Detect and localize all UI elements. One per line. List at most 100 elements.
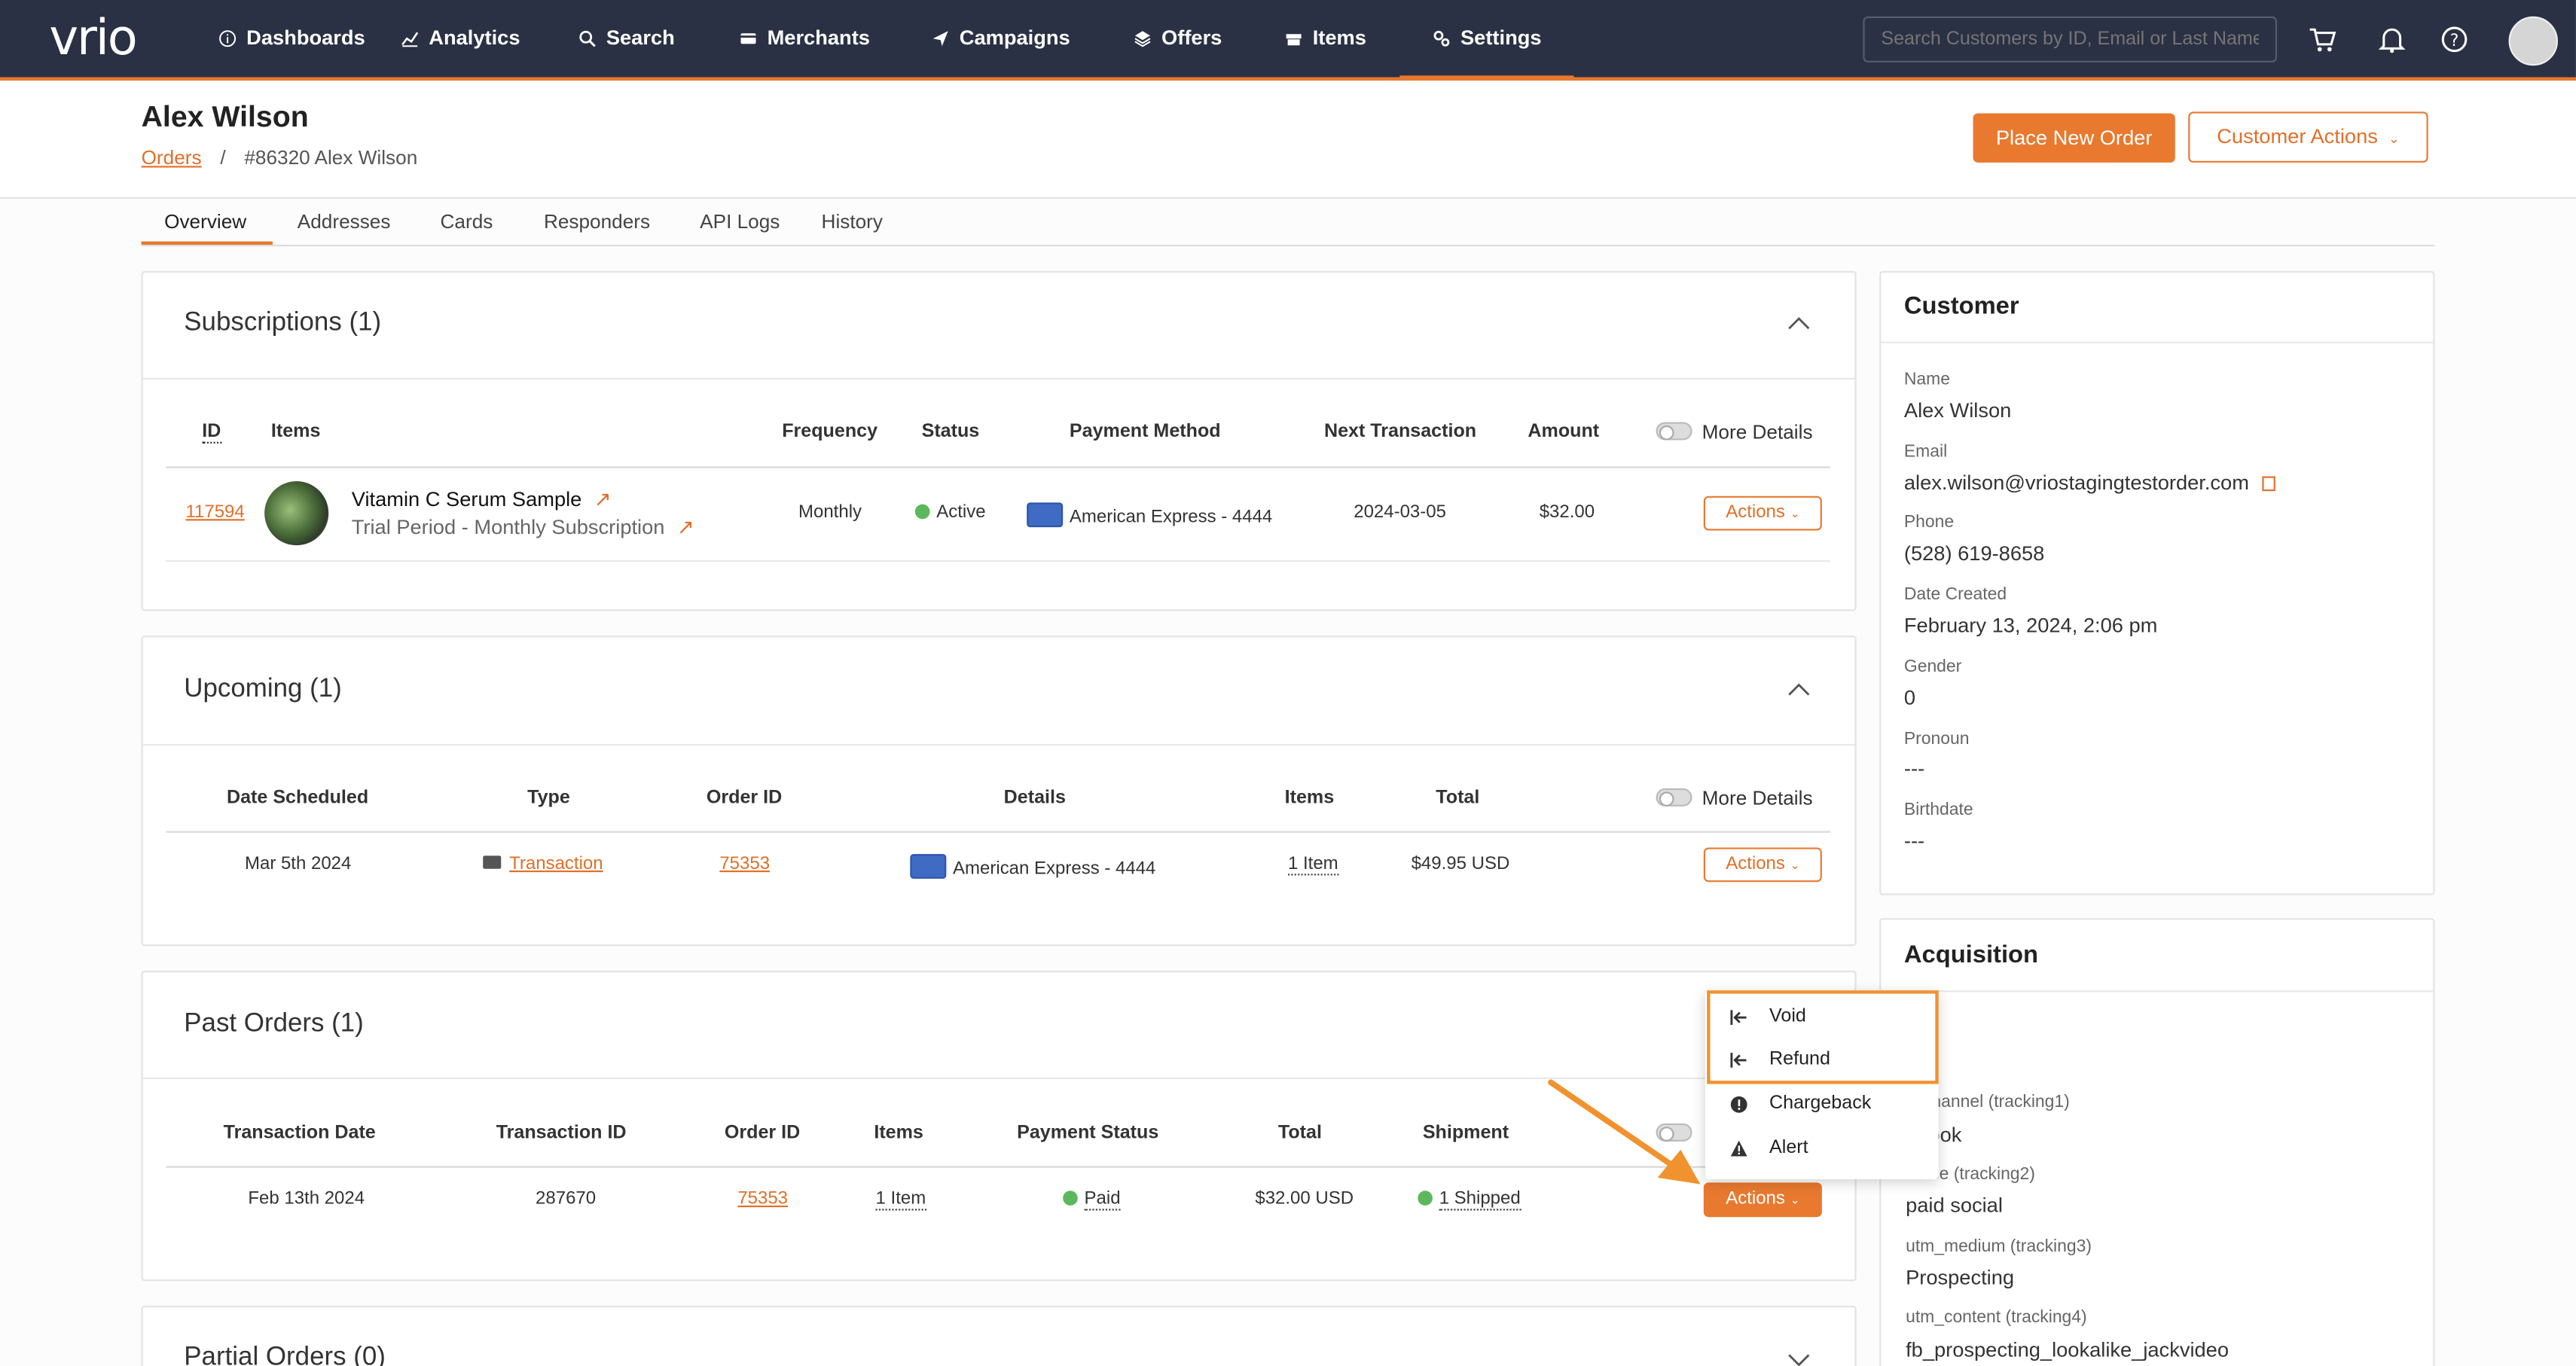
external-link-icon: ↗	[594, 487, 612, 511]
bell-icon[interactable]	[2377, 25, 2407, 54]
past-orders-title: Past Orders (1)	[184, 1010, 364, 1038]
upcoming-actions-button[interactable]: Actions ⌄	[1703, 847, 1822, 883]
chevron-up-icon[interactable]	[1787, 316, 1811, 332]
menu-item-alert[interactable]: Alert	[1705, 1128, 1939, 1171]
nav-dashboards[interactable]: Dashboards	[218, 26, 365, 49]
pronoun-value: ---	[1903, 757, 1925, 781]
payment-status-badge[interactable]: Paid	[1063, 1189, 1121, 1211]
breadcrumb-current: #86320 Alex Wilson	[244, 146, 418, 169]
nav-merchants[interactable]: Merchants	[739, 26, 870, 49]
annotation-arrow-icon	[1548, 1079, 1701, 1185]
more-details-toggle[interactable]	[1656, 422, 1692, 441]
nav-campaigns[interactable]: Campaigns	[932, 26, 1070, 49]
highlight-box	[1707, 990, 1939, 1084]
subscription-id-link[interactable]: 117594	[185, 502, 244, 522]
tab-cards[interactable]: Cards	[441, 210, 493, 233]
col-header-transaction-id: Transaction ID	[496, 1123, 627, 1144]
col-header-status: Status	[921, 422, 980, 442]
divider	[166, 831, 1830, 833]
copy-icon[interactable]	[2262, 476, 2275, 492]
col-header-frequency: Frequency	[782, 422, 878, 442]
tracking2-value: paid social	[1906, 1194, 2003, 1218]
nav-settings[interactable]: Settings	[1433, 26, 1542, 50]
product-thumbnail	[264, 481, 329, 546]
nav-offers[interactable]: Offers	[1134, 26, 1222, 50]
menu-item-label: Alert	[1769, 1138, 1808, 1158]
transaction-type-link[interactable]: Transaction	[509, 854, 603, 874]
chevron-up-icon[interactable]	[1787, 681, 1811, 698]
place-new-order-button[interactable]: Place New Order	[1973, 113, 2175, 163]
actions-label: Actions	[1726, 854, 1785, 874]
tab-history[interactable]: History	[822, 210, 883, 233]
tab-addresses[interactable]: Addresses	[298, 210, 391, 233]
customer-search-input[interactable]	[1863, 16, 2278, 63]
layers-icon	[1134, 30, 1151, 47]
date-created-value: February 13, 2024, 2:06 pm	[1903, 614, 2158, 638]
payment-status-label: Paid	[1084, 1189, 1121, 1211]
col-header-items: Items	[1284, 788, 1335, 809]
customer-phone-label: Phone	[1903, 512, 1955, 532]
cart-icon[interactable]	[2308, 25, 2337, 54]
avatar[interactable]	[2508, 16, 2558, 66]
chevron-down-icon: ⌄	[1790, 509, 1800, 521]
card-icon	[483, 855, 502, 869]
customer-phone-value: (528) 619-8658	[1903, 541, 2045, 566]
nav-label: Settings	[1460, 26, 1542, 50]
divider	[142, 377, 1855, 380]
nav-label: Search	[606, 26, 675, 50]
divider	[1881, 990, 2434, 992]
items-count[interactable]: 1 Item	[875, 1189, 926, 1211]
col-header-order-id: Order ID	[724, 1123, 801, 1144]
more-details-toggle[interactable]	[1656, 788, 1692, 806]
breadcrumb-link-orders[interactable]: Orders	[142, 146, 202, 169]
chevron-down-icon[interactable]	[1787, 1352, 1811, 1366]
tab-api-logs[interactable]: API Logs	[700, 210, 780, 233]
subscription-actions-button[interactable]: Actions ⌄	[1703, 495, 1822, 531]
actions-label: Actions	[1726, 1189, 1785, 1209]
total-value: $32.00 USD	[1255, 1189, 1354, 1209]
menu-item-chargeback[interactable]: Chargeback	[1705, 1084, 1939, 1127]
divider	[142, 744, 1855, 746]
subscriptions-title: Subscriptions (1)	[184, 309, 382, 337]
customer-actions-button[interactable]: Customer Actions ⌄	[2188, 111, 2428, 163]
info-icon	[219, 29, 237, 47]
nav-label: Offers	[1161, 26, 1222, 50]
col-header-payment-status: Payment Status	[1017, 1123, 1159, 1144]
order-id-link[interactable]: 75353	[719, 854, 770, 874]
active-tab-underline	[141, 241, 273, 245]
shipment-badge[interactable]: 1 Shipped	[1418, 1189, 1521, 1211]
vrio-logo[interactable]: vrio	[49, 10, 137, 67]
help-icon[interactable]: ?	[2440, 25, 2469, 54]
more-details-label: More Details	[1702, 786, 1813, 810]
col-header-transaction-date: Transaction Date	[223, 1123, 376, 1144]
status-dot	[914, 504, 930, 520]
item-subtitle-link[interactable]: Trial Period - Monthly Subscription ↗	[352, 514, 694, 539]
nav-items[interactable]: Items	[1285, 26, 1366, 49]
next-transaction-value: 2024-03-05	[1354, 502, 1446, 523]
col-header-id: ID	[202, 422, 221, 444]
col-header-order-id: Order ID	[706, 788, 783, 809]
app-root: vrio Dashboards Analytics Search Merchan…	[0, 0, 2576, 1366]
item-name-link[interactable]: Vitamin C Serum Sample ↗	[352, 486, 612, 511]
customer-name-value: Alex Wilson	[1903, 399, 2012, 422]
amex-card-icon	[910, 854, 947, 879]
items-count[interactable]: 1 Item	[1287, 854, 1338, 876]
breadcrumb-separator: /	[220, 146, 226, 169]
nav-search[interactable]: Search	[578, 26, 675, 50]
tab-responders[interactable]: Responders	[544, 210, 650, 233]
item-name: Vitamin C Serum Sample	[351, 487, 582, 511]
nav-analytics[interactable]: Analytics	[401, 26, 520, 49]
tracking4-value: fb_prospecting_lookalike_jackvideo	[1906, 1338, 2230, 1362]
col-header-amount: Amount	[1528, 422, 1600, 442]
customer-email-label: Email	[1903, 441, 1948, 462]
actions-label: Actions	[1726, 502, 1785, 523]
upcoming-title: Upcoming (1)	[184, 675, 342, 703]
active-nav-underline	[1399, 75, 1574, 81]
past-order-actions-button[interactable]: Actions ⌄	[1703, 1182, 1822, 1218]
item-subtitle: Trial Period - Monthly Subscription	[351, 515, 665, 539]
order-id-link[interactable]: 75353	[737, 1189, 788, 1209]
frequency-value: Monthly	[798, 502, 862, 523]
tab-overview[interactable]: Overview	[164, 210, 246, 233]
col-header-items: Items	[270, 422, 321, 442]
transaction-date-value: Feb 13th 2024	[248, 1189, 365, 1209]
